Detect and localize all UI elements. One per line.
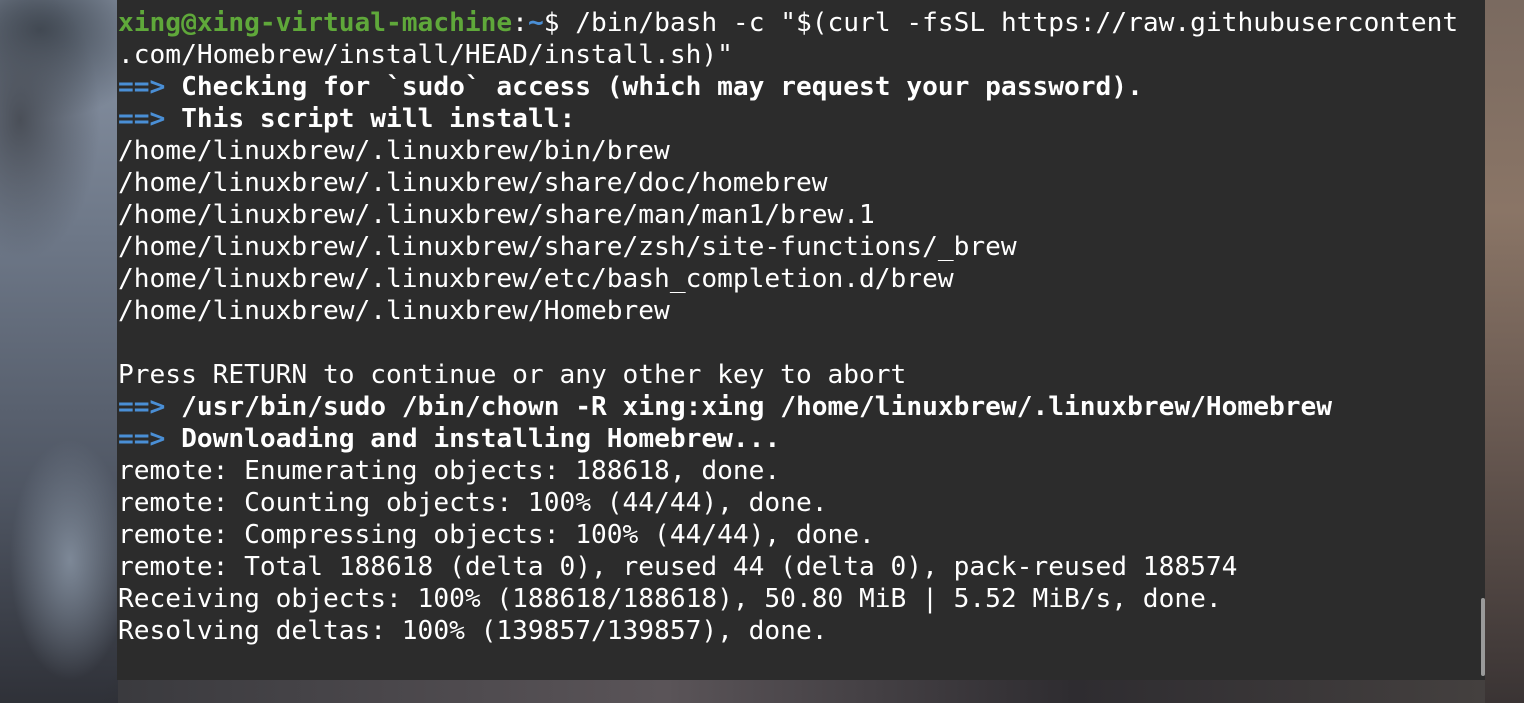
- prompt-symbol: $: [543, 8, 576, 38]
- output-line-chown: ==> /usr/bin/sudo /bin/chown -R xing:xin…: [118, 391, 1332, 423]
- output-line-path: /home/linuxbrew/.linuxbrew/Homebrew: [118, 296, 670, 326]
- chown-text: /usr/bin/sudo /bin/chown -R xing:xing /h…: [181, 392, 1333, 422]
- terminal-window[interactable]: xing@xing-virtual-machine:~$ /bin/bash -…: [117, 0, 1485, 680]
- command-line-continuation: .com/Homebrew/install/HEAD/install.sh)": [118, 39, 733, 71]
- script-install-text: This script will install:: [181, 104, 576, 134]
- output-line-enumerating: remote: Enumerating objects: 188618, don…: [118, 456, 781, 486]
- check-sudo-text: Checking for `sudo` access (which may re…: [181, 72, 1143, 102]
- prompt-path: ~: [527, 8, 544, 38]
- arrow-marker: ==>: [118, 392, 166, 422]
- downloading-text: Downloading and installing Homebrew...: [181, 424, 781, 454]
- command-line: xing@xing-virtual-machine:~$ /bin/bash -…: [118, 7, 1458, 39]
- output-line-compressing: remote: Compressing objects: 100% (44/44…: [118, 520, 875, 550]
- output-line-path: /home/linuxbrew/.linuxbrew/share/doc/hom…: [118, 168, 828, 198]
- output-line-receiving: Receiving objects: 100% (188618/188618),…: [118, 584, 1222, 614]
- wallpaper-left-region: [0, 0, 118, 703]
- arrow-marker: ==>: [118, 424, 166, 454]
- terminal-output[interactable]: xing@xing-virtual-machine:~$ /bin/bash -…: [118, 0, 1478, 680]
- wallpaper-right-region: [1485, 0, 1524, 703]
- prompt-colon: :: [512, 8, 528, 38]
- arrow-marker: ==>: [118, 72, 166, 102]
- output-line-path: /home/linuxbrew/.linuxbrew/etc/bash_comp…: [118, 264, 954, 294]
- scrollbar-thumb[interactable]: [1481, 598, 1485, 676]
- arrow-marker: ==>: [118, 104, 166, 134]
- output-line-check-sudo: ==> Checking for `sudo` access (which ma…: [118, 71, 1143, 103]
- command-text-part2: .com/Homebrew/install/HEAD/install.sh)": [118, 40, 733, 70]
- output-line-downloading: ==> Downloading and installing Homebrew.…: [118, 423, 780, 455]
- output-line-path: /home/linuxbrew/.linuxbrew/share/zsh/sit…: [118, 232, 1017, 262]
- prompt-user-host: xing@xing-virtual-machine: [118, 8, 513, 38]
- wallpaper-bottom-region: [118, 680, 1485, 703]
- output-line-path: /home/linuxbrew/.linuxbrew/share/man/man…: [118, 200, 875, 230]
- output-line-total: remote: Total 188618 (delta 0), reused 4…: [118, 552, 1238, 582]
- scrollbar-track[interactable]: [1480, 0, 1485, 680]
- output-line-resolving: Resolving deltas: 100% (139857/139857), …: [118, 616, 828, 646]
- output-line-path: /home/linuxbrew/.linuxbrew/bin/brew: [118, 136, 670, 166]
- output-line-script-install: ==> This script will install:: [118, 103, 575, 135]
- command-text-part1: /bin/bash -c "$(curl -fsSL https://raw.g…: [575, 8, 1459, 38]
- output-line-press-return: Press RETURN to continue or any other ke…: [118, 360, 907, 390]
- output-line-counting: remote: Counting objects: 100% (44/44), …: [118, 488, 828, 518]
